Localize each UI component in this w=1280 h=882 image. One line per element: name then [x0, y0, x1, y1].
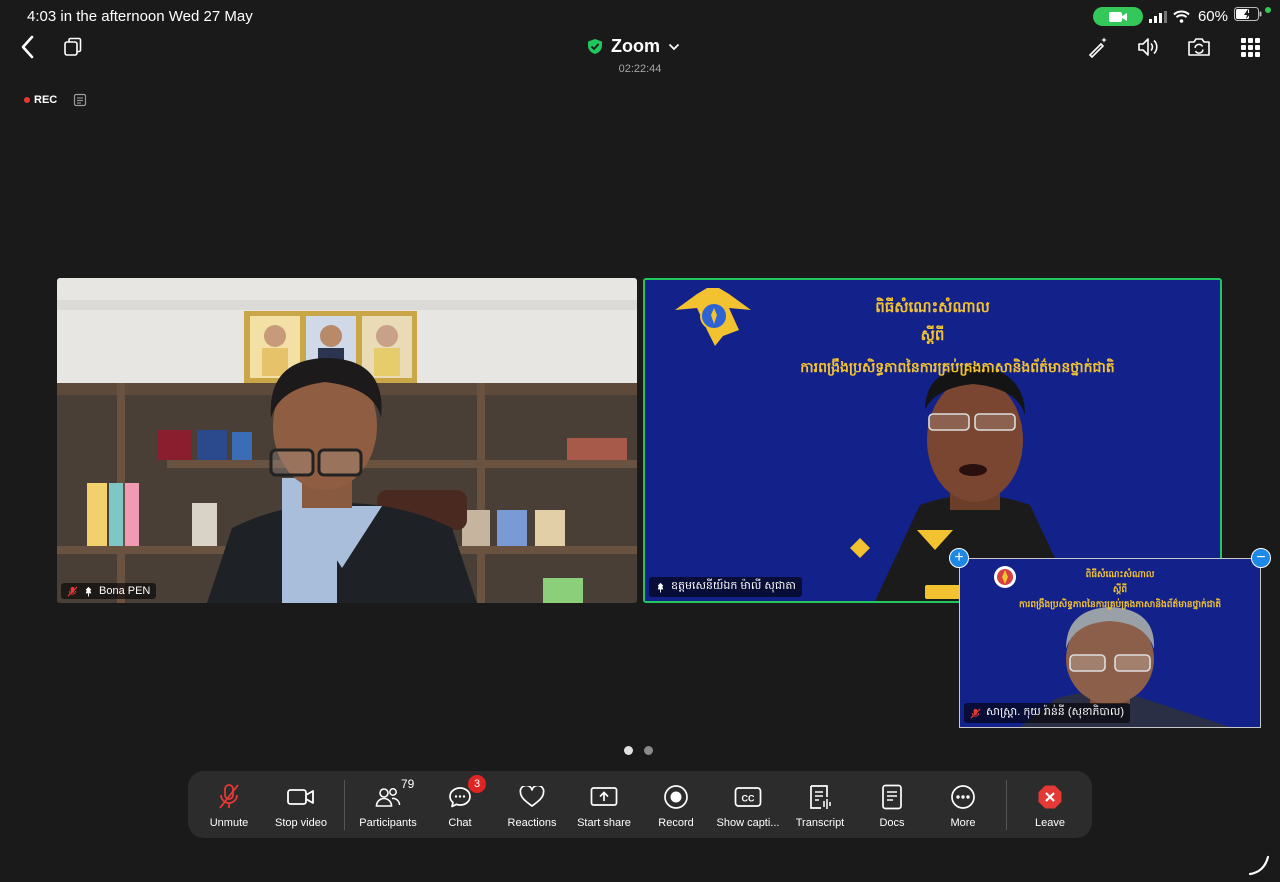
participant-name-tag: ឧត្ដមសេនីយ៍ឯក ម៉ាលី សុជាតា	[649, 577, 802, 597]
chevron-down-icon	[668, 43, 680, 50]
heart-icon	[518, 783, 546, 811]
unmute-label: Unmute	[209, 817, 249, 829]
status-time: 4:03 in the afternoon Wed 27 May	[27, 8, 253, 25]
pin-icon	[85, 586, 92, 597]
camera-switch-icon	[1188, 38, 1210, 56]
toolbar-divider	[344, 780, 345, 830]
banner-line-1: ពិធីសំណេះសំណាល	[875, 298, 990, 316]
more-label: More	[950, 817, 976, 829]
chevron-left-icon	[21, 35, 34, 59]
participants-icon: 79	[374, 777, 414, 811]
camera-icon	[1108, 11, 1127, 22]
record-button[interactable]: Record	[640, 771, 712, 838]
battery-percentage: 60%	[1197, 8, 1228, 25]
pin-icon	[657, 582, 664, 593]
speaker-icon	[1138, 38, 1158, 56]
show-captions-label: Show capti...	[716, 817, 780, 829]
meeting-timer: 02:22:44	[618, 63, 662, 75]
participant-name: Bona PEN	[99, 585, 151, 597]
docs-button[interactable]: Docs	[856, 771, 928, 838]
recording-label: REC	[34, 94, 58, 106]
resize-handle-icon[interactable]	[1248, 854, 1270, 876]
participants-label: Participants	[359, 817, 417, 829]
record-dot-icon	[24, 97, 30, 103]
stop-video-button[interactable]: Stop video	[265, 771, 337, 838]
more-dots-icon	[949, 783, 977, 811]
leave-button[interactable]: Leave	[1014, 771, 1086, 838]
speaker-button[interactable]	[1135, 34, 1161, 60]
toolbar-divider	[1006, 780, 1007, 830]
copy-window-icon	[64, 37, 82, 56]
transcript-label: Transcript	[795, 817, 845, 829]
expand-pip-button[interactable]: +	[949, 548, 969, 568]
meeting-title-dropdown[interactable]: Zoom	[587, 36, 680, 57]
record-icon	[662, 783, 690, 811]
magic-pen-icon	[1088, 37, 1107, 58]
participant-name: ឧត្ដមសេនីយ៍ឯក ម៉ាលី សុជាតា	[671, 580, 796, 592]
participants-count: 79	[401, 777, 415, 791]
video-camera-icon	[287, 783, 315, 811]
pip-banner-line-2: ស្ដីពី	[1112, 585, 1128, 595]
reactions-label: Reactions	[507, 817, 557, 829]
record-label: Record	[658, 817, 694, 829]
battery-icon	[1234, 7, 1271, 26]
stop-video-label: Stop video	[275, 817, 327, 829]
notes-icon	[74, 93, 87, 107]
switch-camera-button[interactable]	[1186, 34, 1212, 60]
muted-mic-icon	[215, 783, 243, 811]
meeting-toolbar: Unmute Stop video 79 Participants 3 Chat…	[188, 771, 1092, 838]
collapse-pip-button[interactable]: −	[1251, 548, 1271, 568]
chat-unread-badge: 3	[468, 775, 486, 793]
transcript-icon	[806, 783, 834, 811]
shield-check-icon	[588, 39, 602, 54]
video-tile-bona-pen[interactable]: Bona PEN	[57, 278, 637, 603]
transcript-button[interactable]: Transcript	[784, 771, 856, 838]
pip-banner-line-1: ពិធីសំណេះសំណាល	[1085, 570, 1155, 580]
recording-indicator[interactable]: REC	[24, 93, 87, 107]
document-icon	[878, 783, 906, 811]
reactions-button[interactable]: Reactions	[496, 771, 568, 838]
banner-line-3: ការពង្រឹងប្រសិទ្ធភាពនៃការគ្រប់គ្រងភាសានិ…	[800, 360, 1115, 376]
leave-x-icon	[1036, 783, 1064, 811]
page-indicator[interactable]	[624, 746, 653, 755]
chat-label: Chat	[448, 817, 472, 829]
back-button[interactable]	[14, 32, 40, 62]
participant-name-tag: Bona PEN	[61, 583, 157, 599]
muted-mic-icon	[970, 707, 981, 719]
muted-mic-icon	[67, 585, 78, 597]
meeting-title: Zoom	[611, 36, 660, 56]
banner-line-2: ស្ដីពី	[920, 326, 945, 344]
show-captions-button[interactable]: CC Show capti...	[712, 771, 784, 838]
start-share-button[interactable]: Start share	[568, 771, 640, 838]
signal-icon	[1148, 10, 1167, 23]
leave-label: Leave	[1035, 817, 1065, 829]
camera-in-use-indicator	[1092, 7, 1143, 26]
activity-dot	[1265, 7, 1271, 13]
participant-name: សាស្ត្រា. កុយ រ៉ាន់នី (សុខាភិបាល)	[986, 706, 1125, 718]
chat-bubble-icon: 3	[446, 775, 486, 811]
participant-name-tag: សាស្ត្រា. កុយ រ៉ាន់នី (សុខាភិបាល)	[964, 703, 1131, 723]
floating-video[interactable]: ពិធីសំណេះសំណាល ស្ដីពី ការពង្រឹងប្រសិទ្ធភ…	[959, 558, 1261, 728]
apps-button[interactable]	[1237, 34, 1263, 60]
svg-text:CC: CC	[742, 794, 755, 804]
pip-banner-line-3: ការពង្រឹងប្រសិទ្ធភាពនៃការគ្រប់គ្រងភាសានិ…	[1018, 600, 1222, 610]
page-dot-active[interactable]	[624, 746, 633, 755]
closed-captions-icon: CC	[734, 783, 762, 811]
wifi-icon	[1173, 10, 1190, 23]
status-indicators: 60%	[1092, 7, 1271, 26]
video-tile-active-speaker[interactable]: ពិធីសំណេះសំណាល ស្ដីពី ការពង្រឹងប្រសិទ្ធភ…	[643, 278, 1222, 603]
apps-grid-icon	[1240, 37, 1260, 57]
docs-label: Docs	[879, 817, 905, 829]
participant-video	[57, 278, 637, 603]
start-share-label: Start share	[577, 817, 631, 829]
share-screen-icon	[590, 783, 618, 811]
annotate-button[interactable]	[1085, 34, 1111, 60]
chat-button[interactable]: 3 Chat	[424, 771, 496, 838]
page-dot[interactable]	[644, 746, 653, 755]
switch-window-button[interactable]	[60, 34, 86, 60]
more-button[interactable]: More	[927, 771, 999, 838]
participants-button[interactable]: 79 Participants	[352, 771, 424, 838]
status-bar: 4:03 in the afternoon Wed 27 May 60%	[0, 0, 1280, 34]
unmute-button[interactable]: Unmute	[193, 771, 265, 838]
